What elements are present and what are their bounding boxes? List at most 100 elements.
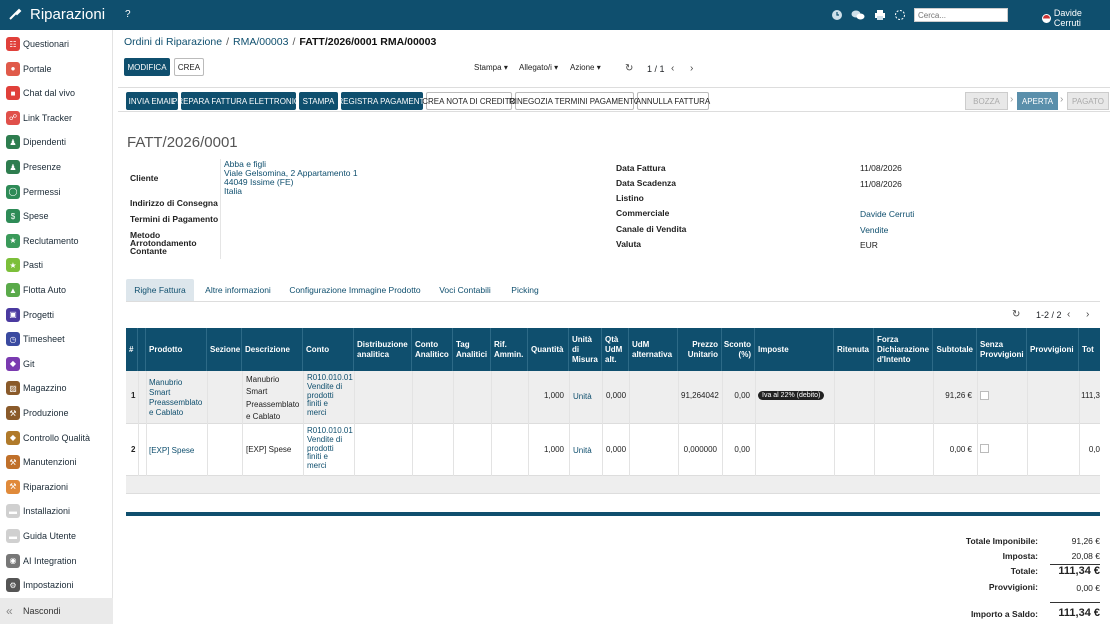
sidebar-item-dipendenti[interactable]: ♟ Dipendenti [0, 131, 113, 153]
col-header-no-commission[interactable]: Senza Provvigioni [977, 328, 1027, 371]
sidebar-item-progetti[interactable]: ▣ Progetti [0, 304, 113, 326]
sidebar-item-produzione[interactable]: ⚒ Produzione [0, 402, 113, 424]
sidebar-item-installazioni[interactable]: ▬ Installazioni [0, 500, 113, 522]
tab-product-image-config[interactable]: Configurazione Immagine Prodotto [284, 279, 426, 301]
col-header-taxes[interactable]: Imposte [755, 328, 834, 371]
clock-icon[interactable] [831, 9, 843, 21]
send-email-button[interactable]: INVIA EMAIL [126, 92, 178, 110]
sidebar-item-controllo-qualit-[interactable]: ◆ Controllo Qualità [0, 427, 113, 449]
sidebar-item-flotta-auto[interactable]: ▲ Flotta Auto [0, 279, 113, 301]
chevron-left-icon[interactable]: ‹ [671, 63, 674, 74]
row-account[interactable]: R010.010.01 Vendite di prodotti finiti e mer… [304, 373, 356, 418]
cancel-invoice-button[interactable]: ANNULLA FATTURA [636, 92, 710, 110]
hide-sidebar-button[interactable]: « Nascondi [0, 598, 113, 624]
table-row[interactable]: 1 Manubrio Smart Preassemblato e Cablato Ma… [126, 371, 1100, 424]
sidebar-item-chat-dal-vivo[interactable]: ■ Chat dal vivo [0, 82, 113, 104]
sidebar-item-spese[interactable]: $ Spese [0, 205, 113, 227]
chat-icon[interactable] [851, 9, 865, 21]
tab-picking[interactable]: Picking [504, 279, 546, 301]
col-header-section[interactable]: Sezione [207, 328, 242, 371]
col-header-discount[interactable]: Sconto (%) [722, 328, 755, 371]
sidebar-item-magazzino[interactable]: ▨ Magazzino [0, 377, 113, 399]
breadcrumb-link-repair-orders[interactable]: Ordini di Riparazione [124, 36, 222, 48]
col-header-uom[interactable]: Unità di Misura [569, 328, 602, 371]
search-input[interactable] [914, 8, 1008, 22]
col-header-product[interactable]: Prodotto [146, 328, 207, 371]
sidebar-item-riparazioni[interactable]: ⚒ Riparazioni [0, 476, 113, 498]
refresh-icon[interactable]: ↻ [1012, 309, 1020, 320]
col-header-quantity[interactable]: Quantità [528, 328, 569, 371]
create-button[interactable]: CREA [174, 58, 204, 76]
app-title[interactable]: Riparazioni [30, 6, 105, 23]
tax-label: Imposta: [1002, 551, 1038, 561]
sidebar-item-permessi[interactable]: ◯ Permessi [0, 181, 113, 203]
col-header-analytic-distribution[interactable]: Distribuzione analitica [354, 328, 412, 371]
chevron-right-icon[interactable]: › [690, 63, 693, 74]
register-payment-button[interactable]: REGISTRA PAGAMENTI [337, 92, 427, 110]
create-credit-note-button[interactable]: CREA NOTA DI CREDITO [422, 92, 516, 110]
prepare-e-invoice-button[interactable]: PREPARA FATTURA ELETTRONICA [172, 92, 305, 110]
stage-open[interactable]: APERTA [1017, 92, 1058, 110]
help-menu[interactable]: ? [125, 9, 131, 20]
col-header-admin-ref[interactable]: Rif. Ammin. [491, 328, 528, 371]
col-header-num[interactable]: # [126, 328, 138, 371]
row-uom[interactable]: Unità [570, 446, 595, 456]
sidebar-item-pasti[interactable]: ★ Pasti [0, 254, 113, 276]
tax-tag[interactable]: Iva al 22% (debito) [758, 391, 825, 400]
row-account[interactable]: R010.010.01 Vendite di prodotti finiti e mer… [304, 426, 356, 471]
sidebar-item-guida-utente[interactable]: ▬ Guida Utente [0, 525, 113, 547]
print-dropdown[interactable]: Stampa ▾ [474, 63, 508, 72]
lines-pager[interactable]: 1-2 / 2 [1036, 310, 1062, 320]
customer-country[interactable]: Italia [224, 186, 242, 196]
stage-draft[interactable]: BOZZA [965, 92, 1008, 110]
col-header-total[interactable]: Tot [1079, 328, 1100, 371]
attachments-dropdown[interactable]: Allegato/i ▾ [519, 63, 558, 72]
col-header-analytic-tags[interactable]: Tag Analitici [453, 328, 491, 371]
user-menu[interactable]: Davide Cerruti [1042, 8, 1110, 28]
wrench-icon[interactable] [8, 7, 22, 21]
sidebar-item-link-tracker[interactable]: ☍ Link Tracker [0, 107, 113, 129]
sidebar-item-timesheet[interactable]: ◷ Timesheet [0, 328, 113, 350]
col-header-intent-declaration[interactable]: Forza Dichiarazione d'Intento [874, 328, 933, 371]
print-button[interactable]: STAMPA [299, 92, 338, 110]
salesperson-value[interactable]: Davide Cerruti [860, 209, 914, 219]
col-header-commissions[interactable]: Provvigioni [1027, 328, 1079, 371]
sales-channel-value[interactable]: Vendite [860, 225, 888, 235]
col-header-analytic-account[interactable]: Conto Analitico [412, 328, 453, 371]
sidebar-item-manutenzioni[interactable]: ⚒ Manutenzioni [0, 451, 113, 473]
refresh-icon[interactable]: ↻ [625, 63, 633, 74]
col-header-description[interactable]: Descrizione [242, 328, 303, 371]
col-header-withholding[interactable]: Ritenuta [834, 328, 874, 371]
tab-journal-items[interactable]: Voci Contabili [432, 279, 498, 301]
row-uom[interactable]: Unità [570, 392, 595, 402]
sidebar-item-presenze[interactable]: ♟ Presenze [0, 156, 113, 178]
sidebar-item-reclutamento[interactable]: ★ Reclutamento [0, 230, 113, 252]
tab-invoice-lines[interactable]: Righe Fattura [126, 279, 194, 301]
col-header-uom-alt[interactable]: UdM alternativa [629, 328, 678, 371]
tab-other-info[interactable]: Altre informazioni [198, 279, 278, 301]
sidebar-item-git[interactable]: ◆ Git [0, 353, 113, 375]
row-product[interactable]: [EXP] Spese [146, 446, 197, 456]
printer-icon[interactable] [874, 9, 886, 21]
sidebar-item-impostazioni[interactable]: ⚙ Impostazioni [0, 574, 113, 596]
record-pager[interactable]: 1 / 1 [647, 64, 665, 74]
col-header-unit-price[interactable]: Prezzo Unitario [678, 328, 722, 371]
chevron-left-icon[interactable]: ‹ [1067, 309, 1070, 320]
chevron-right-icon[interactable]: › [1086, 309, 1089, 320]
action-dropdown[interactable]: Azione ▾ [570, 63, 601, 72]
no-commission-checkbox[interactable] [980, 391, 989, 400]
stage-paid[interactable]: PAGATO [1067, 92, 1109, 110]
sidebar-item-portale[interactable]: ● Portale [0, 58, 113, 80]
col-header-qty-alt[interactable]: Qtà UdM alt. [602, 328, 629, 371]
no-commission-checkbox[interactable] [980, 444, 989, 453]
sidebar-item-questionari[interactable]: ☷ Questionari [0, 33, 113, 55]
renegotiate-payment-terms-button[interactable]: RINEGOZIA TERMINI PAGAMENTO [509, 92, 640, 110]
col-header-account[interactable]: Conto [303, 328, 354, 371]
breadcrumb-link-rma[interactable]: RMA/00003 [233, 36, 288, 48]
row-product[interactable]: Manubrio Smart Preassemblato e Cablato [146, 378, 205, 418]
table-row[interactable]: 2 [EXP] Spese [EXP] Spese R010.010.01 Ven… [126, 424, 1100, 476]
edit-button[interactable]: MODIFICA [124, 58, 170, 76]
col-header-subtotal[interactable]: Subtotale [933, 328, 977, 371]
sidebar-item-ai-integration[interactable]: ◉ AI Integration [0, 550, 113, 572]
spinner-icon[interactable] [894, 9, 906, 21]
